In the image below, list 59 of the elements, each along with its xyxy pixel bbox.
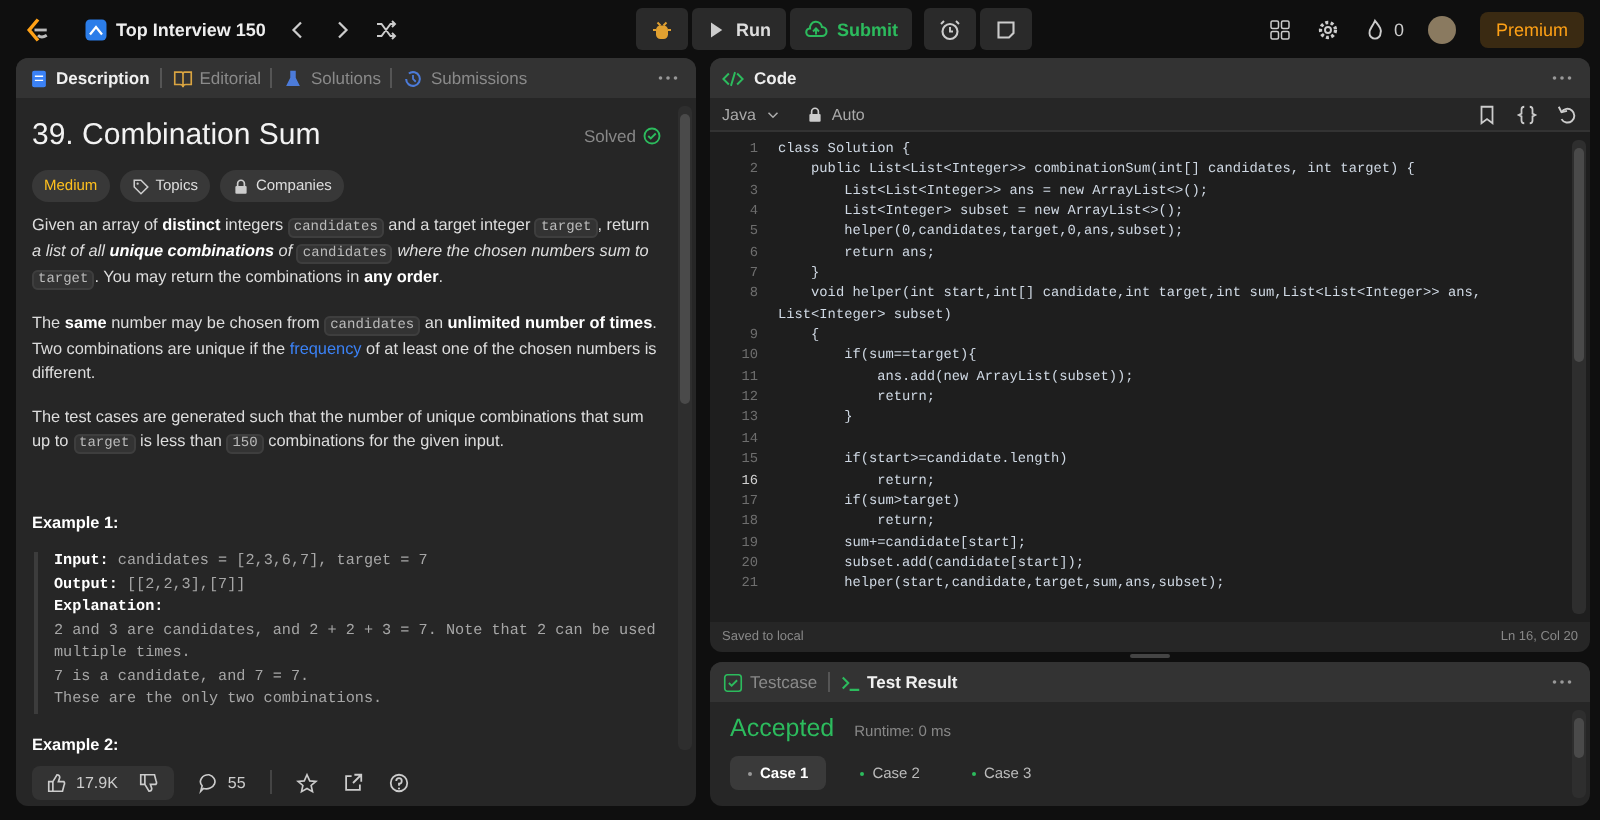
logo-icon[interactable] bbox=[24, 15, 52, 43]
document-icon bbox=[28, 67, 50, 89]
premium-button[interactable]: Premium bbox=[1479, 11, 1584, 47]
thumbs-up-icon bbox=[46, 771, 68, 793]
verdict-text: Accepted bbox=[730, 714, 835, 742]
upload-icon bbox=[803, 17, 827, 41]
book-icon bbox=[171, 67, 194, 89]
language-dropdown[interactable]: Java bbox=[722, 105, 782, 123]
submit-button[interactable]: Submit bbox=[789, 8, 912, 50]
timer-button[interactable] bbox=[924, 8, 976, 50]
star-icon[interactable] bbox=[295, 771, 318, 793]
tag-icon bbox=[131, 177, 150, 195]
panel-tab[interactable]: Testcase bbox=[722, 671, 818, 693]
alarm-icon bbox=[938, 17, 962, 41]
check-circle-icon bbox=[642, 126, 662, 146]
layout-icon[interactable] bbox=[1267, 17, 1292, 41]
code-icon bbox=[722, 67, 744, 89]
auto-mode-button[interactable]: Auto bbox=[805, 105, 865, 123]
panel-tab[interactable]: Submissions bbox=[402, 67, 528, 89]
like-button[interactable]: 17.9K bbox=[46, 771, 118, 793]
comment-icon bbox=[197, 771, 220, 793]
example-heading: Example 2: bbox=[32, 733, 121, 757]
help-icon[interactable] bbox=[387, 771, 410, 793]
history-icon bbox=[402, 67, 425, 89]
scrollbar[interactable] bbox=[1572, 140, 1586, 614]
reset-icon[interactable] bbox=[1556, 103, 1578, 125]
panel-tab[interactable]: Test Result bbox=[839, 671, 958, 693]
problem-list-button[interactable]: Top Interview 150 bbox=[84, 17, 266, 41]
avatar[interactable] bbox=[1427, 15, 1456, 43]
panel-title: Code bbox=[754, 68, 797, 88]
panel-tab[interactable]: Description bbox=[28, 67, 150, 89]
debug-button[interactable] bbox=[636, 8, 688, 50]
format-icon[interactable] bbox=[1516, 103, 1538, 125]
scrollbar[interactable] bbox=[1572, 710, 1586, 798]
panel-tab[interactable]: Solutions bbox=[282, 67, 381, 89]
thumbs-down-icon[interactable] bbox=[137, 771, 160, 793]
problem-title: 39. Combination Sum bbox=[32, 118, 321, 154]
comments-button[interactable]: 55 bbox=[197, 771, 246, 793]
settings-icon[interactable] bbox=[1315, 17, 1340, 41]
play-icon bbox=[706, 19, 726, 39]
solved-status: Solved bbox=[584, 124, 636, 148]
lock-icon bbox=[231, 177, 250, 195]
shuffle-icon[interactable] bbox=[373, 17, 398, 41]
terminal-icon bbox=[839, 671, 862, 693]
checkbox-icon bbox=[722, 671, 744, 693]
share-icon[interactable] bbox=[341, 771, 364, 793]
bug-icon bbox=[650, 17, 674, 41]
lock-icon bbox=[805, 105, 824, 123]
scrollbar[interactable] bbox=[678, 106, 692, 750]
list-icon bbox=[84, 17, 108, 41]
example-heading: Example 1: bbox=[32, 512, 121, 536]
note-icon bbox=[994, 17, 1018, 41]
streak-button[interactable]: 0 bbox=[1363, 18, 1404, 40]
panel-tab[interactable]: Editorial bbox=[171, 67, 261, 89]
run-button[interactable]: Run bbox=[692, 8, 785, 50]
bookmark-icon[interactable] bbox=[1476, 103, 1498, 125]
frequency-link[interactable]: frequency bbox=[289, 340, 362, 358]
notes-button[interactable] bbox=[980, 8, 1032, 50]
flask-icon bbox=[282, 67, 305, 89]
